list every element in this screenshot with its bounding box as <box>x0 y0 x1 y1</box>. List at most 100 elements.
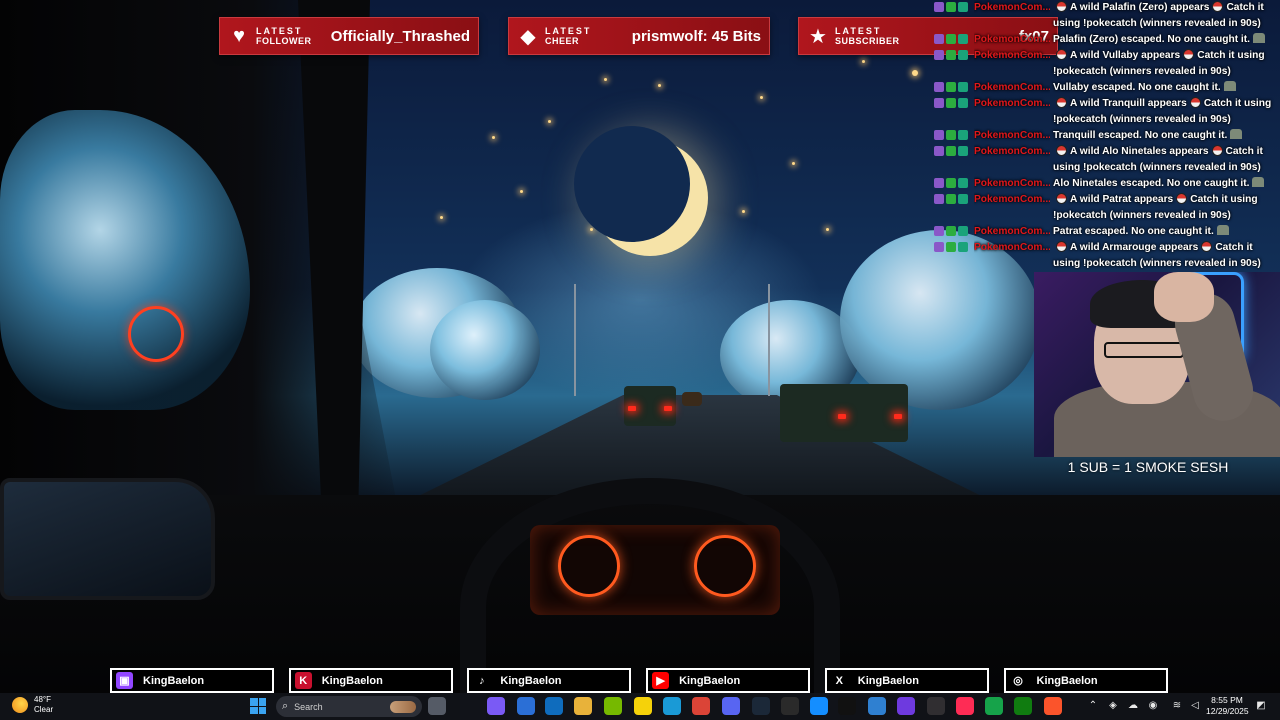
car-right-lane <box>780 384 908 442</box>
chat-username[interactable]: PokemonCom... <box>974 80 1050 96</box>
chat-message: PokemonCom... A wild Palafin (Zero) appea… <box>932 0 1280 32</box>
pokeball-icon <box>1056 193 1067 204</box>
verified-badge-icon <box>946 82 956 92</box>
obs-icon[interactable] <box>927 697 945 715</box>
tiktok-live-icon[interactable] <box>956 697 974 715</box>
car-ahead <box>624 386 676 426</box>
user-badges <box>934 2 968 12</box>
bot-badge-icon <box>958 98 968 108</box>
file-explorer-icon[interactable] <box>574 697 592 715</box>
chat-username[interactable]: PokemonCom... <box>974 96 1050 112</box>
chat-badge-icon <box>934 226 944 236</box>
capcut-icon[interactable] <box>838 697 856 715</box>
chat-badge-icon <box>934 82 944 92</box>
security-tray-icon[interactable]: ◉ <box>1146 698 1160 712</box>
chat-username[interactable]: PokemonCom... <box>974 224 1050 240</box>
gravestone-icon <box>1253 33 1265 43</box>
chat-text: A wild Tranquill appears <box>1070 98 1187 109</box>
clock[interactable]: 8:55 PM 12/29/2025 <box>1206 695 1249 717</box>
chat-badge-icon <box>934 194 944 204</box>
verified-badge-icon <box>946 242 956 252</box>
chat-badge-icon <box>934 34 944 44</box>
kick-icon: K <box>294 672 312 689</box>
wifi-icon[interactable]: ≋ <box>1170 698 1184 712</box>
steam-icon[interactable] <box>752 697 770 715</box>
cloud-tray-icon[interactable]: ☁ <box>1126 698 1140 712</box>
gravestone-icon <box>1216 225 1229 235</box>
star-icon: ★ <box>809 25 827 48</box>
chat-username[interactable]: PokemonCom... <box>974 48 1050 64</box>
user-badges <box>934 146 968 156</box>
chrome-icon[interactable] <box>692 697 710 715</box>
chat-username[interactable]: PokemonCom... <box>974 144 1050 160</box>
bot-badge-icon <box>958 130 968 140</box>
chat-text: A wild Patrat appears <box>1070 194 1174 205</box>
brave-icon[interactable] <box>1044 697 1062 715</box>
vscode-icon[interactable] <box>868 697 886 715</box>
chat-message: PokemonCom... A wild Vullaby appears Catch… <box>932 48 1280 80</box>
instrument-cluster <box>530 525 780 615</box>
user-badges <box>934 194 968 204</box>
tiktok-icon: ♪ <box>473 672 491 689</box>
user-badges <box>934 82 968 92</box>
user-badges <box>934 34 968 44</box>
search-placeholder: Search <box>294 701 323 712</box>
verified-badge-icon <box>946 2 956 12</box>
chat-username[interactable]: PokemonCom... <box>974 0 1050 16</box>
outlook-icon[interactable] <box>545 697 563 715</box>
user-badges <box>934 130 968 140</box>
task-view-icon[interactable] <box>428 697 446 715</box>
copilot-icon[interactable] <box>487 697 505 715</box>
gravestone-icon <box>1223 81 1236 91</box>
social-handle: KingBaelon <box>321 674 383 687</box>
chevron-up-icon[interactable]: ⌃ <box>1086 698 1100 712</box>
bot-badge-icon <box>958 194 968 204</box>
xbox-icon[interactable] <box>1014 697 1032 715</box>
bot-badge-icon <box>958 178 968 188</box>
chat-text: A wild Vullaby appears <box>1070 50 1181 61</box>
discord-icon[interactable] <box>722 697 740 715</box>
bot-badge-icon <box>958 34 968 44</box>
chat-message: PokemonCom... A wild Alo Ninetales appear… <box>932 144 1280 176</box>
microsoft-store-icon[interactable] <box>517 697 535 715</box>
taskbar-search[interactable]: ⌕ Search <box>276 696 422 717</box>
chat-username[interactable]: PokemonCom... <box>974 32 1050 48</box>
weather-widget[interactable]: 48°F Clear <box>12 695 53 715</box>
social-link-kick: K KingBaelon <box>288 668 453 693</box>
crescent-moon <box>574 126 708 256</box>
tachometer-gauge <box>694 535 756 597</box>
chat-username[interactable]: PokemonCom... <box>974 128 1050 144</box>
chat-message: PokemonCom... Tranquill escaped. No one c… <box>932 128 1280 144</box>
network-tray-icon[interactable]: ◈ <box>1106 698 1120 712</box>
search-highlight-icon <box>390 700 416 713</box>
pokemon-app-icon[interactable] <box>985 697 1003 715</box>
pokeball-icon <box>1056 97 1067 108</box>
pokeball-icon <box>1183 49 1195 60</box>
social-handle: KingBaelon <box>1036 674 1098 687</box>
verified-badge-icon <box>946 194 956 204</box>
social-handle: KingBaelon <box>857 674 919 687</box>
start-button[interactable] <box>250 698 266 714</box>
pokeball-icon <box>1212 1 1224 12</box>
chat-username[interactable]: PokemonCom... <box>974 176 1050 192</box>
chat-username[interactable]: PokemonCom... <box>974 192 1050 208</box>
car-distant <box>682 392 702 406</box>
verified-badge-icon <box>946 50 956 60</box>
chat-badge-icon <box>934 2 944 12</box>
epic-games-icon[interactable] <box>781 697 799 715</box>
chat-badge-icon <box>934 130 944 140</box>
edge-icon[interactable] <box>663 697 681 715</box>
battle-net-icon[interactable] <box>810 697 828 715</box>
chat-username[interactable]: PokemonCom... <box>974 240 1050 256</box>
chat-message: PokemonCom... Palafin (Zero) escaped. No … <box>932 32 1280 48</box>
verified-badge-icon <box>946 226 956 236</box>
streaming-app-icon[interactable] <box>897 697 915 715</box>
cloud <box>430 300 540 400</box>
nvidia-icon[interactable] <box>604 697 622 715</box>
notification-bell-icon[interactable]: ◩ <box>1254 698 1268 712</box>
street-lamp <box>574 284 576 396</box>
chat-text: Tranquill escaped. No one caught it. <box>1053 130 1228 141</box>
sticky-notes-icon[interactable] <box>634 697 652 715</box>
volume-icon[interactable]: ◁ <box>1188 698 1202 712</box>
verified-badge-icon <box>946 146 956 156</box>
